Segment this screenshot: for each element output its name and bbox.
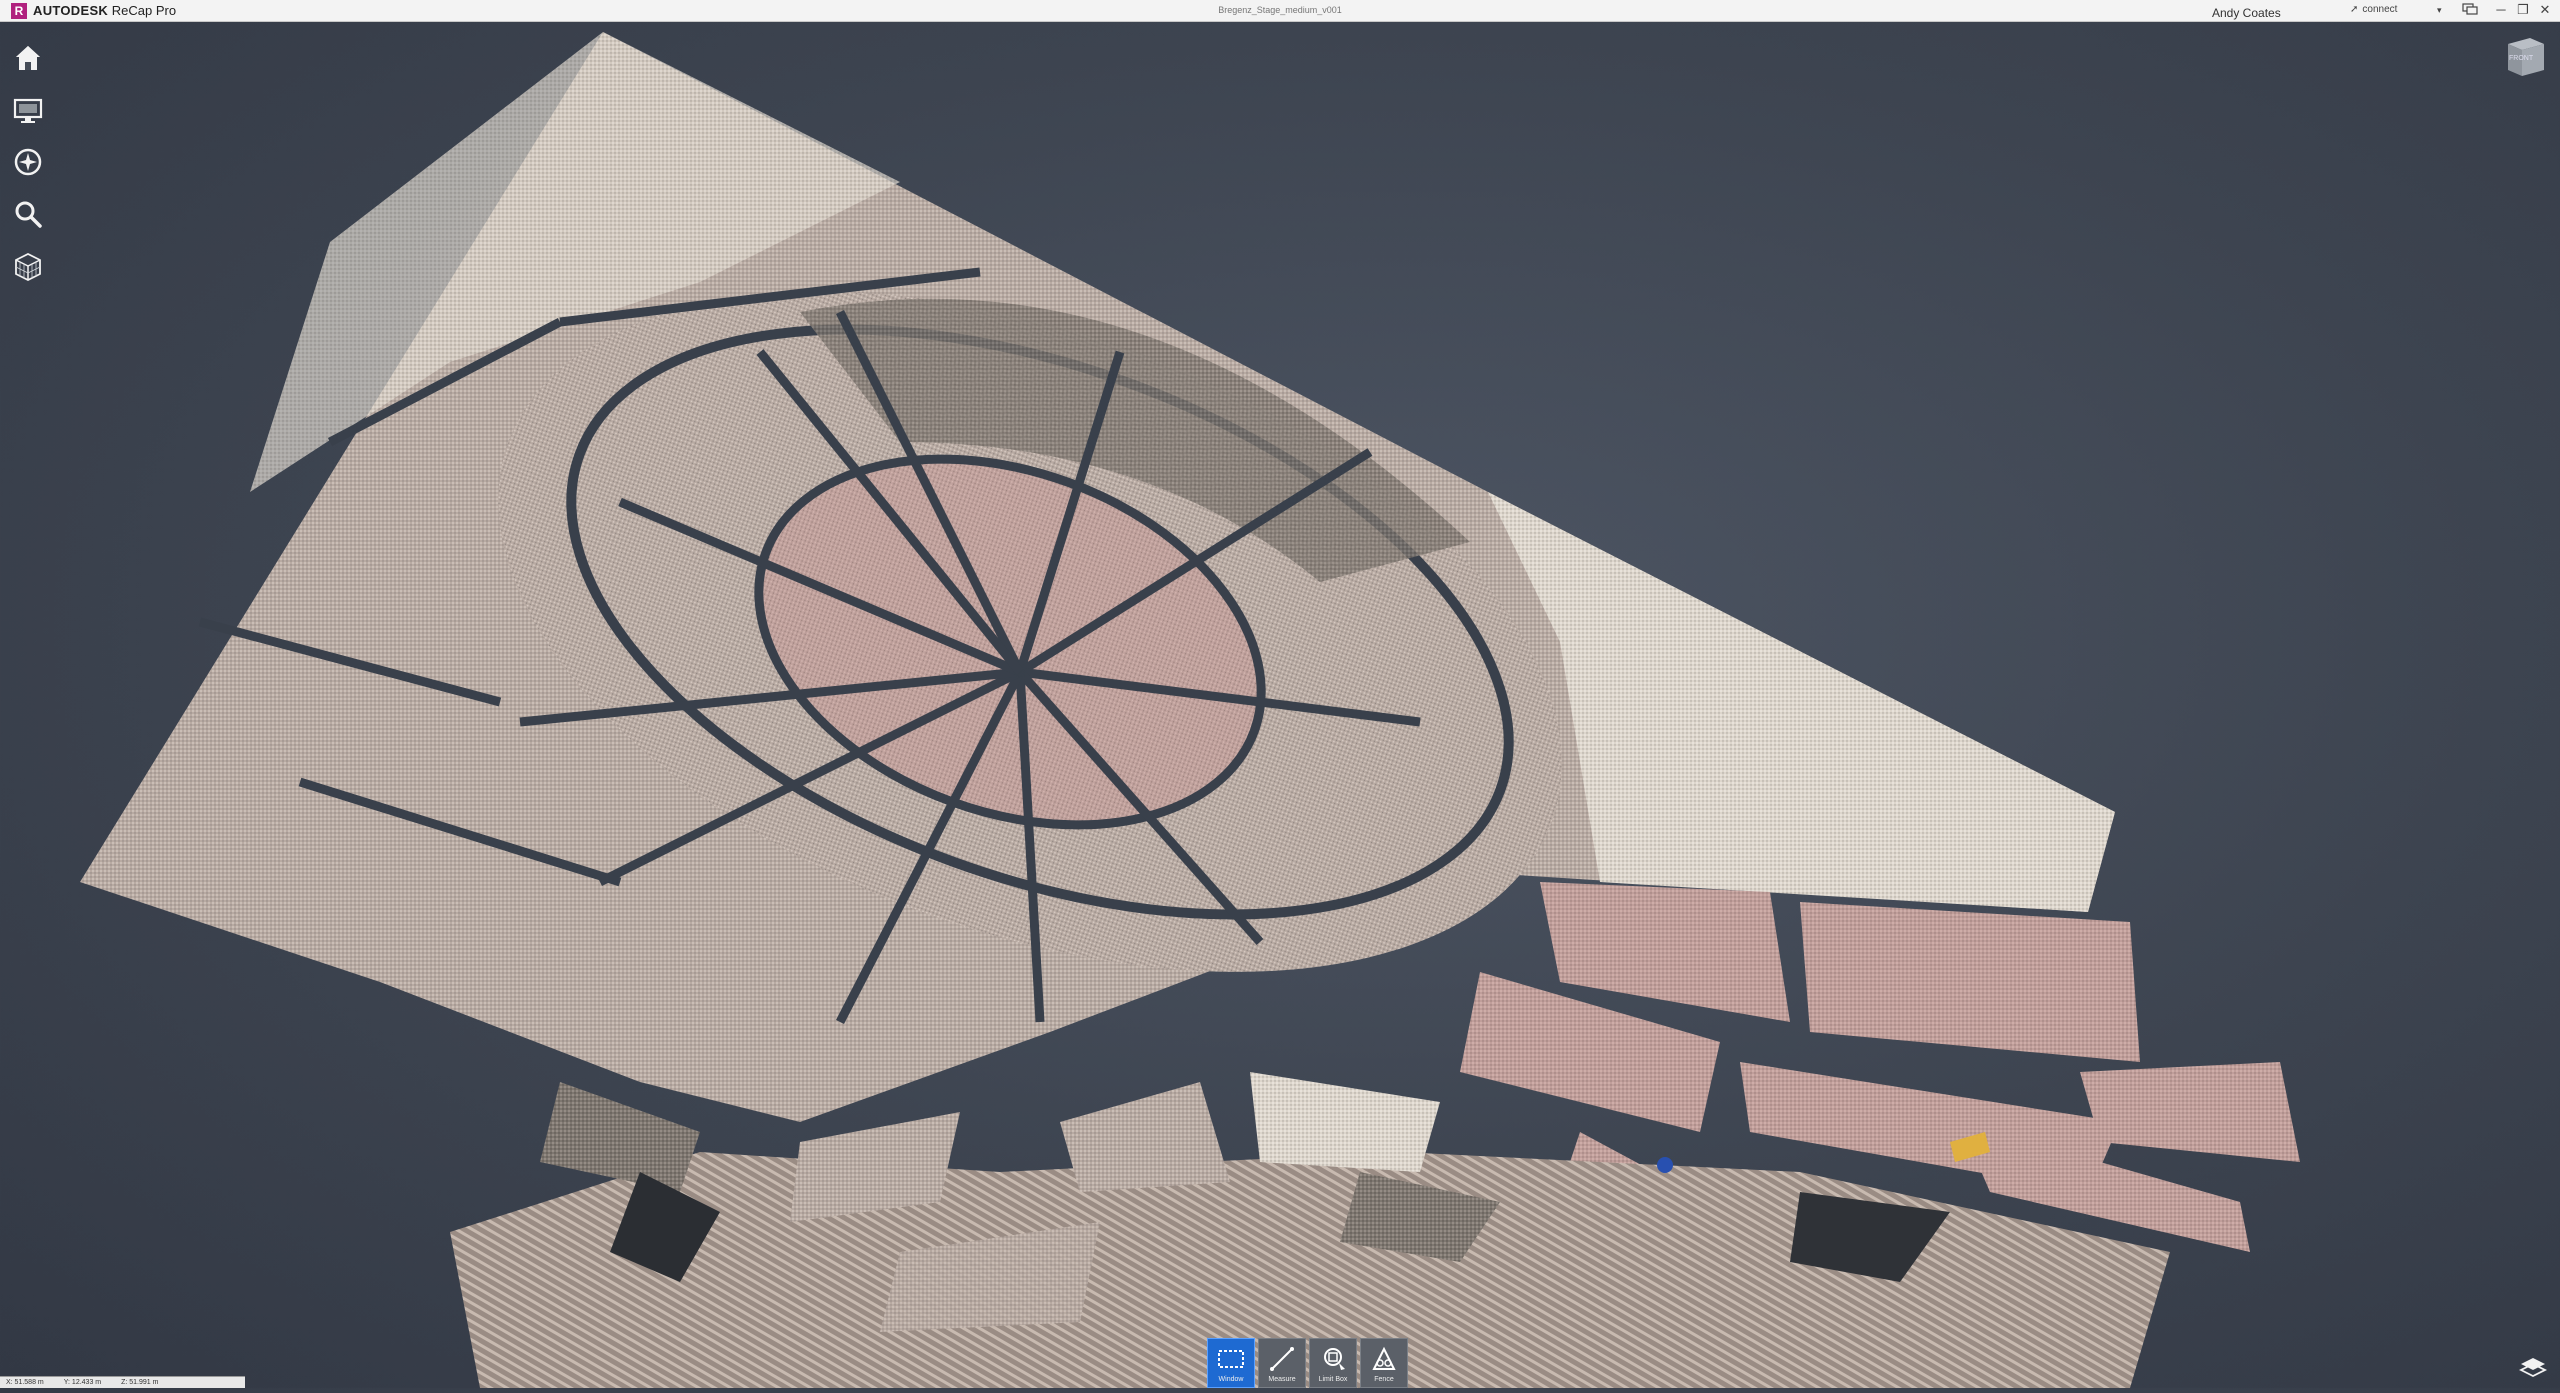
user-name[interactable]: Andy Coates — [2212, 6, 2281, 20]
view-cube-label: FRONT — [2509, 55, 2534, 62]
limit-box-label: Limit Box — [1318, 1376, 1348, 1383]
communication-center-icon[interactable] — [2462, 3, 2478, 16]
coord-y: Y: 12.433 m — [63, 1379, 102, 1386]
coord-x: X: 51.588 m — [6, 1379, 44, 1386]
connect-icon: ➚ — [2350, 4, 2359, 15]
bottom-toolbar: Window Measure Limit Box Fence — [1207, 1338, 1408, 1388]
connect-button[interactable]: ➚ connect — [2350, 4, 2397, 15]
window-select-button[interactable]: Window — [1207, 1338, 1255, 1388]
fence-label: Fence — [1374, 1376, 1394, 1383]
fence-button[interactable]: Fence — [1360, 1338, 1408, 1388]
navigation-icon — [14, 148, 42, 176]
display-settings-icon — [13, 98, 43, 123]
search-button[interactable] — [8, 188, 48, 240]
measure-icon — [1270, 1347, 1294, 1371]
limit-box-icon — [1324, 1348, 1345, 1370]
navigation-button[interactable] — [8, 136, 48, 188]
window-select-label: Window — [1218, 1376, 1244, 1383]
status-bar: X: 51.588 m Y: 12.433 m Z: 51.991 m — [0, 1376, 245, 1388]
point-cloud-render — [80, 32, 2300, 1388]
left-toolbar — [8, 32, 48, 292]
limit-box-button[interactable]: Limit Box — [1309, 1338, 1357, 1388]
region-cube-icon — [15, 252, 41, 282]
home-button[interactable] — [8, 32, 48, 84]
document-title: Bregenz_Stage_medium_v001 — [1218, 5, 1342, 15]
title-bar: R AUTODESK ReCap Pro Bregenz_Stage_mediu… — [0, 0, 2560, 22]
fence-icon — [1372, 1346, 1396, 1370]
home-icon — [16, 46, 40, 70]
point-cloud-viewport[interactable] — [0, 22, 2560, 1388]
coord-z: Z: 51.991 m — [121, 1379, 159, 1386]
window-select-icon — [1218, 1350, 1244, 1368]
connect-label: connect — [2362, 4, 2398, 15]
layers-icon[interactable] — [2518, 1352, 2548, 1382]
close-button[interactable]: ✕ — [2536, 2, 2554, 18]
minimize-button[interactable]: ─ — [2492, 2, 2510, 18]
search-icon — [15, 201, 42, 228]
display-settings-button[interactable] — [8, 84, 48, 136]
connect-dropdown-icon[interactable]: ▾ — [2437, 5, 2442, 16]
measure-button[interactable]: Measure — [1258, 1338, 1306, 1388]
restore-button[interactable]: ❐ — [2514, 2, 2532, 18]
measure-label: Measure — [1268, 1376, 1296, 1383]
region-button[interactable] — [8, 240, 48, 292]
